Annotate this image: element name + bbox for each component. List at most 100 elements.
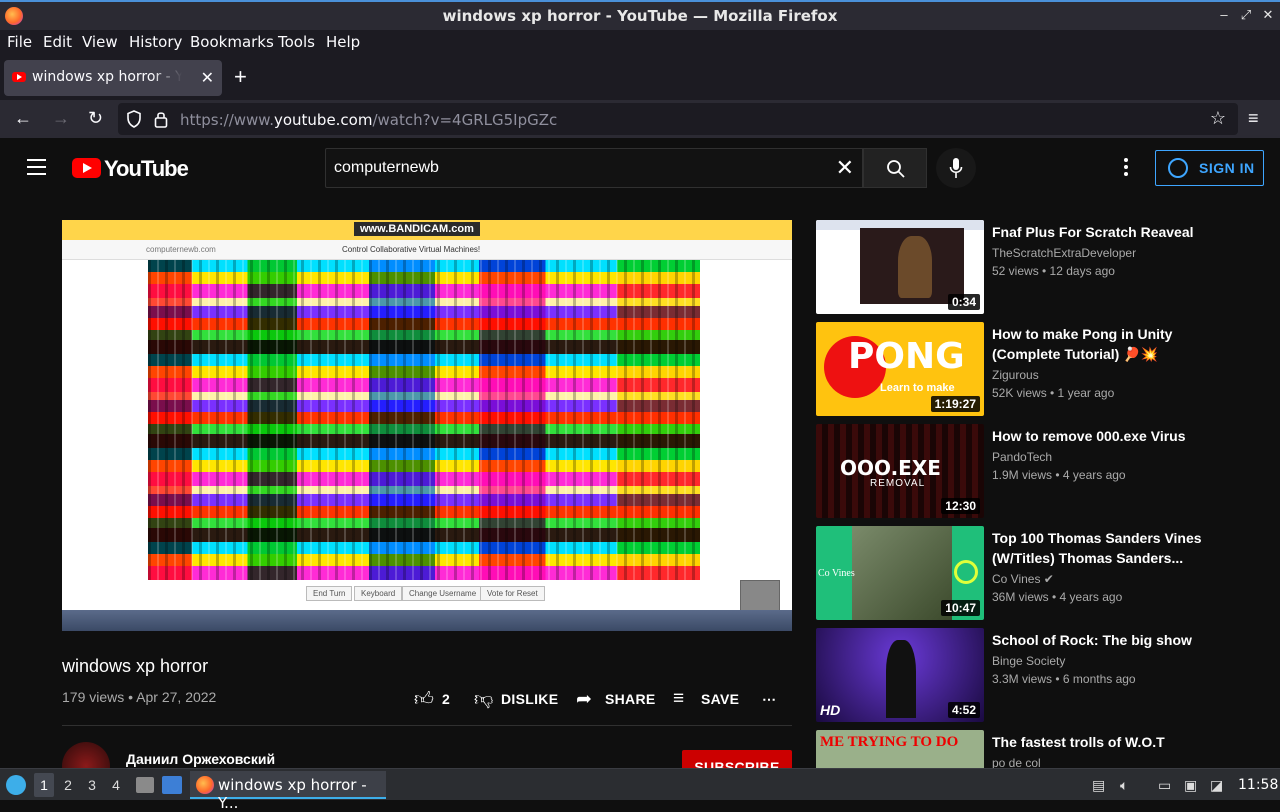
video-metadata: 3.3M views • 6 months ago: [992, 672, 1136, 686]
channel-name[interactable]: po de col: [992, 756, 1041, 768]
close-window-icon[interactable]: ✕: [1258, 7, 1278, 23]
taskbar-firefox-window[interactable]: windows xp horror - Y...: [190, 771, 386, 812]
video-thumbnail[interactable]: OOO.EXE REMOVAL 12:30: [816, 424, 984, 518]
menu-history[interactable]: History: [129, 33, 182, 51]
channel-name[interactable]: TheScratchExtraDeveloper: [992, 246, 1136, 260]
menu-help[interactable]: Help: [326, 33, 360, 51]
save-button[interactable]: SAVE: [701, 691, 739, 707]
menu-bar: File Edit View History Bookmarks Tools H…: [0, 30, 1280, 56]
share-icon[interactable]: ➦: [576, 688, 592, 711]
video-player[interactable]: www.BANDICAM.com computernewb.com Contro…: [62, 220, 792, 631]
search-button[interactable]: [863, 148, 927, 188]
thumbnail-text: ME TRYING TO DO: [820, 734, 959, 750]
channel-name[interactable]: PandoTech: [992, 450, 1052, 464]
clipboard-icon[interactable]: ▭: [1158, 777, 1174, 793]
tab-youtube[interactable]: windows xp horror - YouTube ✕: [4, 60, 222, 96]
youtube-header: YouTube computernewb ✕ SIGN IN: [0, 138, 1280, 196]
menu-tools[interactable]: Tools: [278, 33, 315, 51]
video-title[interactable]: How to make Pong in Unity (Complete Tuto…: [992, 324, 1212, 364]
minimize-icon[interactable]: –: [1214, 7, 1234, 22]
like-icon[interactable]: 👍︎: [414, 688, 434, 711]
workspace-4[interactable]: 4: [106, 777, 126, 793]
channel-name[interactable]: Zigurous: [992, 368, 1039, 382]
youtube-logo-text[interactable]: YouTube: [104, 156, 189, 182]
sign-in-button[interactable]: SIGN IN: [1155, 150, 1264, 186]
tab-bar: windows xp horror - YouTube ✕ +: [0, 56, 1280, 100]
video-thumbnail[interactable]: ME TRYING TO DO: [816, 730, 984, 768]
hamburger-menu-icon[interactable]: ≡: [1248, 108, 1259, 129]
video-thumbnail[interactable]: PONG Learn to make 1:19:27: [816, 322, 984, 416]
url-text[interactable]: https://www.youtube.com/watch?v=4GRLG5Ip…: [180, 111, 557, 129]
notification-icon[interactable]: ◪: [1210, 777, 1226, 793]
settings-more-icon[interactable]: [1124, 158, 1130, 179]
video-thumbnail[interactable]: Co Vines 10:47: [816, 526, 984, 620]
firefox-icon: [196, 776, 214, 794]
thumbnail-subtext: REMOVAL: [870, 478, 926, 489]
like-count[interactable]: 2: [442, 691, 450, 707]
video-title[interactable]: The fastest trolls of W.O.T: [992, 732, 1212, 752]
workspace-3[interactable]: 3: [82, 777, 102, 793]
reload-icon[interactable]: ↻: [88, 108, 103, 129]
maximize-icon[interactable]: ⤢: [1236, 7, 1256, 23]
file-manager-icon[interactable]: [136, 777, 154, 793]
recommendation-item[interactable]: ME TRYING TO DO The fastest trolls of W.…: [816, 730, 1256, 768]
desktop-icon[interactable]: [162, 776, 182, 794]
channel-name[interactable]: Co Vines ✔: [992, 572, 1054, 586]
video-duration: 12:30: [941, 498, 980, 514]
new-tab-icon[interactable]: +: [234, 64, 247, 90]
video-thumbnail[interactable]: 0:34: [816, 220, 984, 314]
video-title[interactable]: How to remove 000.exe Virus: [992, 426, 1212, 446]
recommendation-item[interactable]: 0:34 Fnaf Plus For Scratch Reaveal TheSc…: [816, 220, 1256, 314]
recommendation-item[interactable]: OOO.EXE REMOVAL 12:30 How to remove 000.…: [816, 424, 1256, 518]
video-title[interactable]: Fnaf Plus For Scratch Reaveal: [992, 222, 1212, 242]
shield-icon[interactable]: [126, 110, 142, 128]
save-playlist-icon[interactable]: ≡: [673, 688, 684, 710]
recommendation-item[interactable]: HD 4:52 School of Rock: The big show Bin…: [816, 628, 1256, 722]
back-icon[interactable]: ←: [14, 108, 32, 129]
thumbnail-subtext: Learn to make: [880, 382, 955, 394]
menu-edit[interactable]: Edit: [43, 33, 72, 51]
account-icon: [1168, 158, 1188, 178]
forward-icon[interactable]: →: [52, 108, 70, 129]
menu-view[interactable]: View: [82, 33, 118, 51]
channel-name[interactable]: Даниил Оржеховский: [126, 751, 275, 767]
bookmark-star-icon[interactable]: ☆: [1210, 108, 1226, 129]
dislike-button[interactable]: DISLIKE: [501, 691, 558, 707]
share-button[interactable]: SHARE: [605, 691, 656, 707]
tray-update-icon[interactable]: ▤: [1092, 777, 1108, 793]
guide-menu-icon[interactable]: [27, 159, 46, 175]
youtube-logo-icon[interactable]: [72, 158, 101, 178]
network-icon[interactable]: ▣: [1184, 777, 1200, 793]
lock-icon[interactable]: [154, 110, 168, 128]
more-actions-icon[interactable]: ⋯: [762, 691, 776, 708]
tab-close-icon[interactable]: ✕: [201, 68, 214, 88]
video-thumbnail[interactable]: HD 4:52: [816, 628, 984, 722]
divider: [62, 725, 792, 726]
volume-icon[interactable]: 🔈︎: [1120, 777, 1136, 793]
clock: 11:58: [1238, 777, 1279, 793]
page-scrollbar[interactable]: [1270, 196, 1280, 768]
dislike-icon[interactable]: 👎︎: [474, 688, 493, 711]
video-metadata: 36M views • 4 years ago: [992, 590, 1123, 604]
menu-bookmarks[interactable]: Bookmarks: [190, 33, 274, 51]
start-menu-icon[interactable]: [6, 775, 26, 795]
window-titlebar: windows xp horror - YouTube — Mozilla Fi…: [0, 0, 1280, 30]
search-icon: [887, 160, 905, 178]
menu-file[interactable]: File: [7, 33, 32, 51]
microphone-icon: [949, 158, 963, 178]
recorded-keyboard-button: Keyboard: [354, 586, 403, 601]
recommendation-item[interactable]: Co Vines 10:47 Top 100 Thomas Sanders Vi…: [816, 526, 1256, 620]
video-title[interactable]: Top 100 Thomas Sanders Vines (W/Titles) …: [992, 528, 1212, 568]
video-metadata: 52K views • 1 year ago: [992, 386, 1115, 400]
workspace-1[interactable]: 1: [34, 773, 54, 797]
video-title[interactable]: School of Rock: The big show: [992, 630, 1212, 650]
recommendation-item[interactable]: PONG Learn to make 1:19:27 How to make P…: [816, 322, 1256, 416]
video-duration: 1:19:27: [930, 396, 980, 412]
workspace-2[interactable]: 2: [58, 777, 78, 793]
voice-search-button[interactable]: [936, 148, 976, 188]
clear-search-icon[interactable]: ✕: [836, 155, 854, 181]
search-input[interactable]: computernewb ✕: [325, 148, 863, 188]
thumbnail-text: Co Vines: [818, 568, 855, 579]
url-bar[interactable]: https://www.youtube.com/watch?v=4GRLG5Ip…: [118, 103, 1238, 135]
channel-name[interactable]: Binge Society: [992, 654, 1065, 668]
